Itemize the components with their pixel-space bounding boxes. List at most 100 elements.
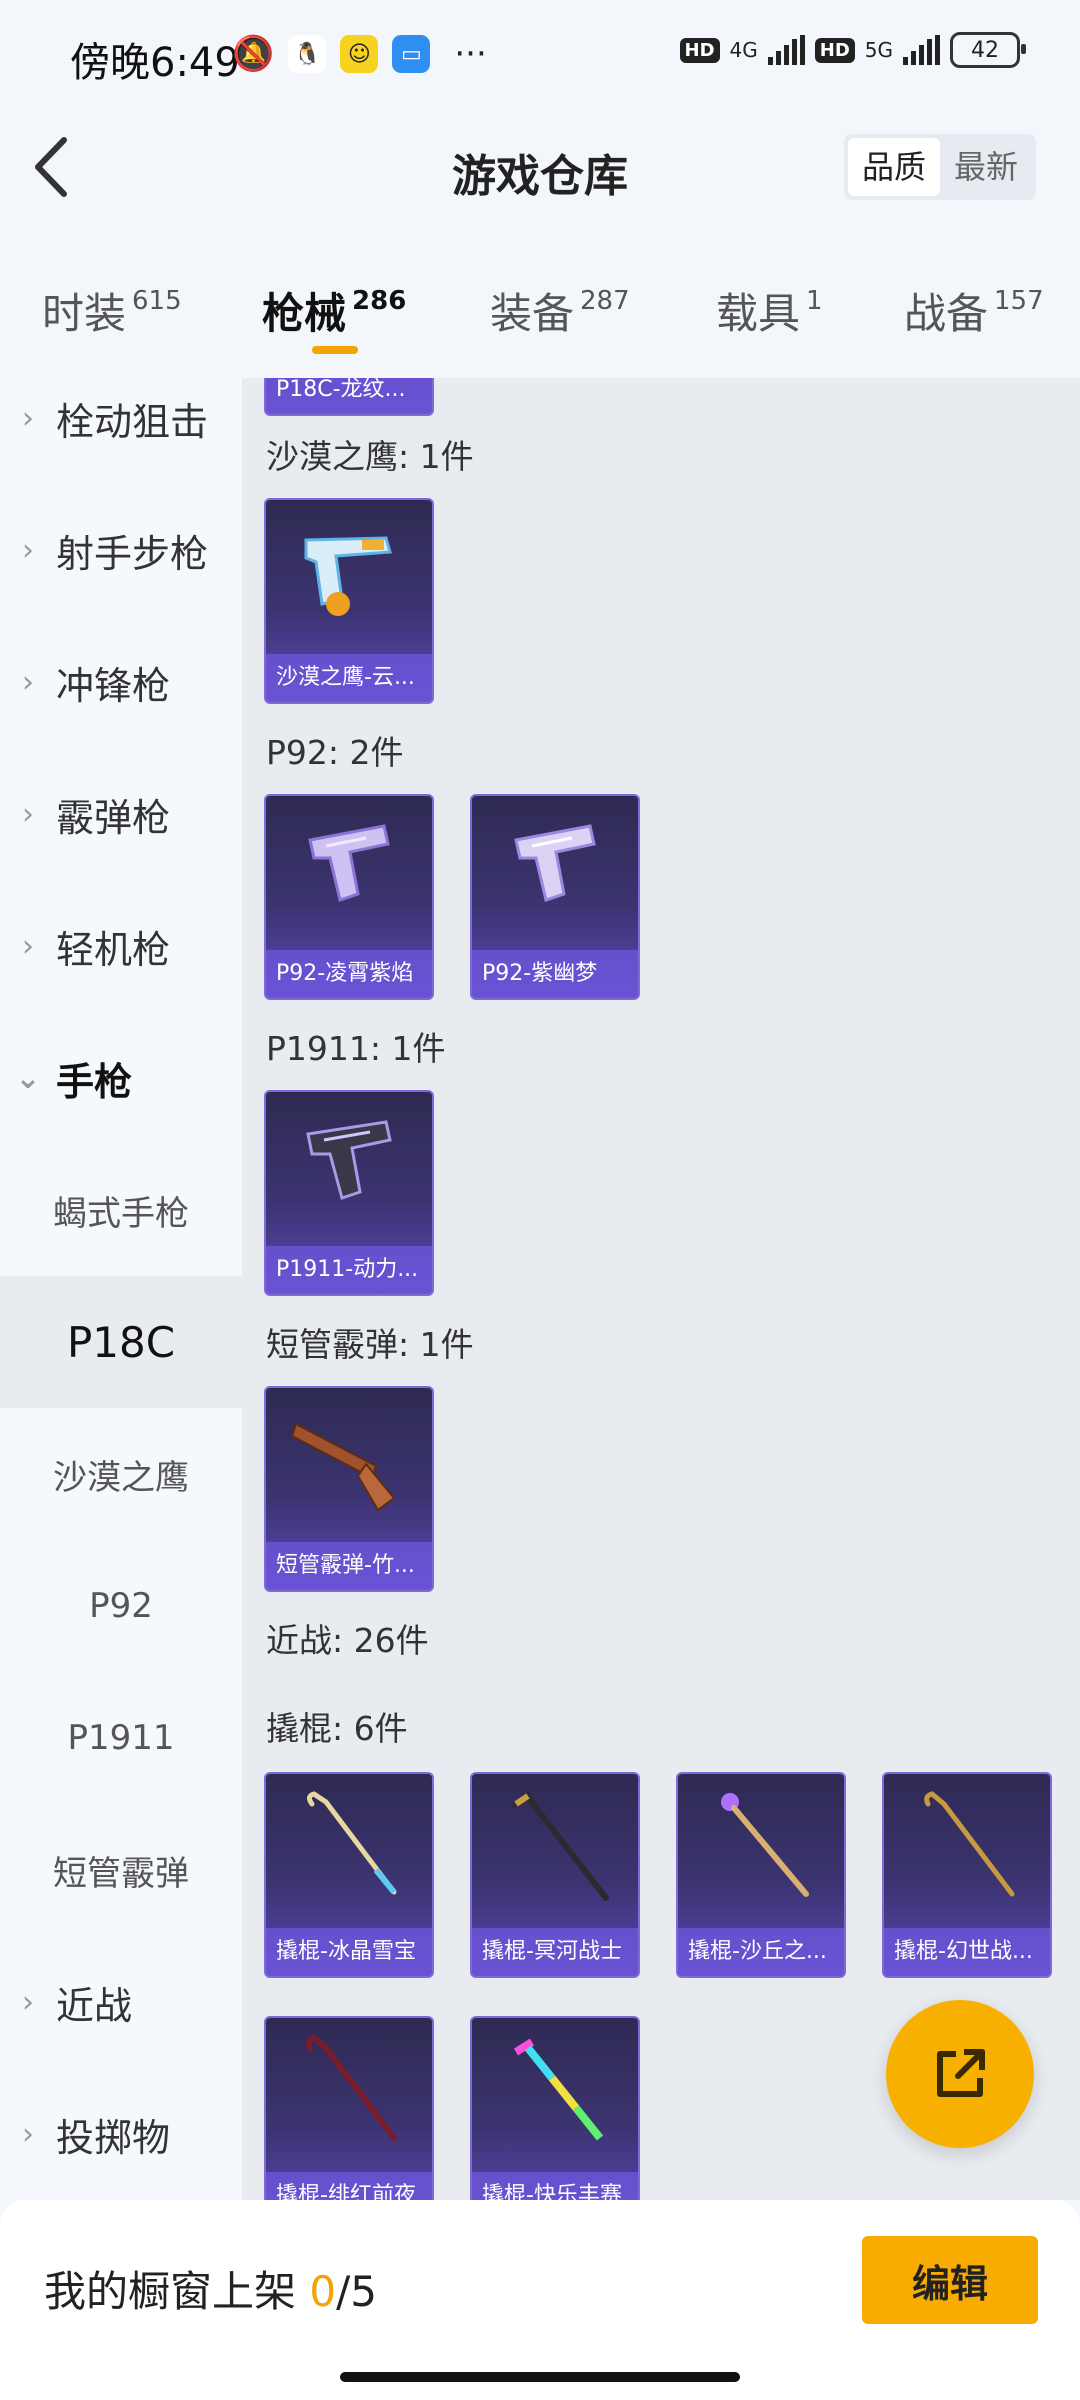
sidebar-item-shotgun[interactable]: › 霰弹枪 bbox=[0, 748, 242, 880]
item-card[interactable]: 撬棍-绯红前夜 bbox=[264, 2016, 434, 2200]
app-header: 游戏仓库 品质 最新 bbox=[0, 110, 1080, 230]
sidebar-item-melee[interactable]: › 近战 bbox=[0, 1936, 242, 2068]
pistol-icon bbox=[306, 1120, 392, 1200]
sidebar-item-label: 轻机枪 bbox=[56, 927, 171, 972]
item-card[interactable]: 沙漠之鹰-云... bbox=[264, 498, 434, 704]
tab-count: 286 bbox=[352, 286, 407, 316]
tab-firearms[interactable]: 枪械 286 bbox=[262, 280, 406, 341]
sidebar-item-pistol[interactable]: ⌄ 手枪 bbox=[0, 1012, 242, 1144]
sidebar-item-label: 投掷物 bbox=[56, 2115, 171, 2160]
sidebar-item-bolt-sniper[interactable]: › 栓动狙击 bbox=[0, 378, 242, 484]
share-button[interactable] bbox=[886, 2000, 1034, 2148]
item-card-label: 撬棍-冰晶雪宝 bbox=[266, 1928, 432, 1976]
sidebar-item-label: 射手步枪 bbox=[56, 531, 209, 576]
sort-toggle: 品质 最新 bbox=[844, 134, 1036, 200]
sidebar-item-label: 手枪 bbox=[56, 1059, 133, 1104]
sidebar-sub-p18c[interactable]: P18C bbox=[0, 1276, 242, 1408]
sidebar-sub-label: P1911 bbox=[67, 1718, 175, 1758]
tab-count: 287 bbox=[580, 286, 630, 316]
item-card[interactable]: 撬棍-幻世战... bbox=[882, 1772, 1052, 1978]
crowbar-icon bbox=[924, 1791, 1015, 1897]
item-card-label: 撬棍-快乐丰赛 bbox=[472, 2172, 638, 2200]
tab-label: 时装 bbox=[42, 289, 127, 338]
sidebar-sub-label: P92 bbox=[89, 1586, 153, 1626]
chevron-down-icon: ⌄ bbox=[15, 1060, 41, 1096]
item-card[interactable]: P18C-龙纹... bbox=[264, 378, 434, 416]
shelf-total: /5 bbox=[336, 2267, 377, 2316]
sidebar-sub-sawed-off[interactable]: 短管霰弹 bbox=[0, 1804, 242, 1936]
item-card-label: 撬棍-冥河战士 bbox=[472, 1928, 638, 1976]
sidebar-item-label: 近战 bbox=[56, 1983, 133, 2028]
item-card[interactable]: 撬棍-冰晶雪宝 bbox=[264, 1772, 434, 1978]
shelf-label: 我的橱窗上架 bbox=[44, 2267, 310, 2316]
home-indicator[interactable] bbox=[340, 2372, 740, 2382]
item-card[interactable]: 撬棍-沙丘之... bbox=[676, 1772, 846, 1978]
battery-icon: 42 bbox=[950, 32, 1026, 68]
item-list: P18C-龙纹... 沙漠之鹰: 1件 沙漠之鹰-云... P92: 2件 P9… bbox=[242, 378, 1080, 2200]
tab-vehicles[interactable]: 载具 1 bbox=[716, 280, 823, 341]
tab-fashion[interactable]: 时装 615 bbox=[42, 280, 182, 341]
network-4g-label: 4G bbox=[729, 38, 758, 62]
status-notification-icons: 🔕 🐧 ☺ ▭ ··· bbox=[232, 34, 487, 74]
sidebar-item-label: 霰弹枪 bbox=[56, 795, 171, 840]
shelf-count: 0 bbox=[309, 2267, 337, 2316]
crowbar-icon bbox=[513, 2038, 604, 2141]
item-card-label: 沙漠之鹰-云... bbox=[266, 654, 432, 702]
sidebar-sub-label: P18C bbox=[66, 1317, 176, 1367]
tab-count: 615 bbox=[132, 286, 182, 316]
sidebar-item-throwables[interactable]: › 投掷物 bbox=[0, 2068, 242, 2200]
tab-count: 1 bbox=[806, 286, 823, 316]
crowbar-icon bbox=[306, 1791, 397, 1895]
item-card[interactable]: P92-凌霄紫焰 bbox=[264, 794, 434, 1000]
hd-icon: HD bbox=[679, 37, 720, 63]
group-label: 沙漠之鹰: 1件 bbox=[266, 437, 474, 476]
sort-latest-button[interactable]: 最新 bbox=[940, 138, 1032, 196]
pistol-icon bbox=[304, 536, 392, 616]
sidebar-item-label: 栓动狙击 bbox=[56, 399, 209, 444]
item-card-label: 短管霰弹-竹... bbox=[266, 1542, 432, 1590]
tab-supplies[interactable]: 战备 157 bbox=[904, 280, 1044, 341]
group-label: 短管霰弹: 1件 bbox=[266, 1325, 474, 1364]
hd-icon-2: HD bbox=[814, 37, 855, 63]
tab-label: 装备 bbox=[490, 289, 575, 338]
sidebar-sub-scorpion[interactable]: 蝎式手枪 bbox=[0, 1144, 242, 1276]
item-card-label: 撬棍-幻世战... bbox=[884, 1928, 1050, 1976]
network-5g-label: 5G bbox=[864, 38, 893, 62]
group-label: 近战: 26件 bbox=[266, 1621, 429, 1660]
bottom-bar: 我的橱窗上架 0/5 编辑 bbox=[0, 2200, 1080, 2400]
tab-label: 战备 bbox=[904, 289, 989, 338]
tab-label: 枪械 bbox=[262, 289, 347, 338]
item-card-label: P92-紫幽梦 bbox=[472, 950, 638, 998]
sidebar-sub-label: 沙漠之鹰 bbox=[53, 1457, 189, 1498]
more-notifications: ··· bbox=[454, 34, 487, 74]
sidebar-item-marksman[interactable]: › 射手步枪 bbox=[0, 484, 242, 616]
chevron-right-icon: › bbox=[22, 928, 34, 964]
status-bar: 傍晚6:49 🔕 🐧 ☺ ▭ ··· HD 4G HD 5G 42 bbox=[0, 0, 1080, 110]
item-card[interactable]: P1911-动力... bbox=[264, 1090, 434, 1296]
tab-equipment[interactable]: 装备 287 bbox=[490, 280, 630, 341]
chevron-right-icon: › bbox=[22, 532, 34, 568]
sidebar-item-lmg[interactable]: › 轻机枪 bbox=[0, 880, 242, 1012]
sort-quality-button[interactable]: 品质 bbox=[848, 138, 940, 196]
sidebar-sub-p92[interactable]: P92 bbox=[0, 1540, 242, 1672]
tab-count: 157 bbox=[994, 286, 1044, 316]
active-tab-indicator bbox=[312, 346, 358, 354]
pistol-icon bbox=[308, 824, 390, 902]
sidebar-item-smg[interactable]: › 冲锋枪 bbox=[0, 616, 242, 748]
item-card-label: P18C-龙纹... bbox=[266, 378, 432, 414]
sidebar-sub-p1911[interactable]: P1911 bbox=[0, 1672, 242, 1804]
chevron-right-icon: › bbox=[22, 2116, 34, 2152]
item-card[interactable]: 撬棍-冥河战士 bbox=[470, 1772, 640, 1978]
shotgun-icon bbox=[290, 1422, 396, 1512]
edit-button[interactable]: 编辑 bbox=[862, 2236, 1038, 2324]
status-system-icons: HD 4G HD 5G 42 bbox=[679, 32, 1026, 68]
shelf-status: 我的橱窗上架 0/5 bbox=[44, 2258, 377, 2319]
sidebar-sub-deagle[interactable]: 沙漠之鹰 bbox=[0, 1408, 242, 1540]
group-label: P1911: 1件 bbox=[266, 1029, 446, 1068]
mute-bell-icon: 🔕 bbox=[232, 34, 275, 74]
item-card[interactable]: 短管霰弹-竹... bbox=[264, 1386, 434, 1592]
share-icon bbox=[937, 2049, 985, 2097]
item-card[interactable]: P92-紫幽梦 bbox=[470, 794, 640, 1000]
item-card[interactable]: 撬棍-快乐丰赛 bbox=[470, 2016, 640, 2200]
item-card-label: 撬棍-绯红前夜 bbox=[266, 2172, 432, 2200]
